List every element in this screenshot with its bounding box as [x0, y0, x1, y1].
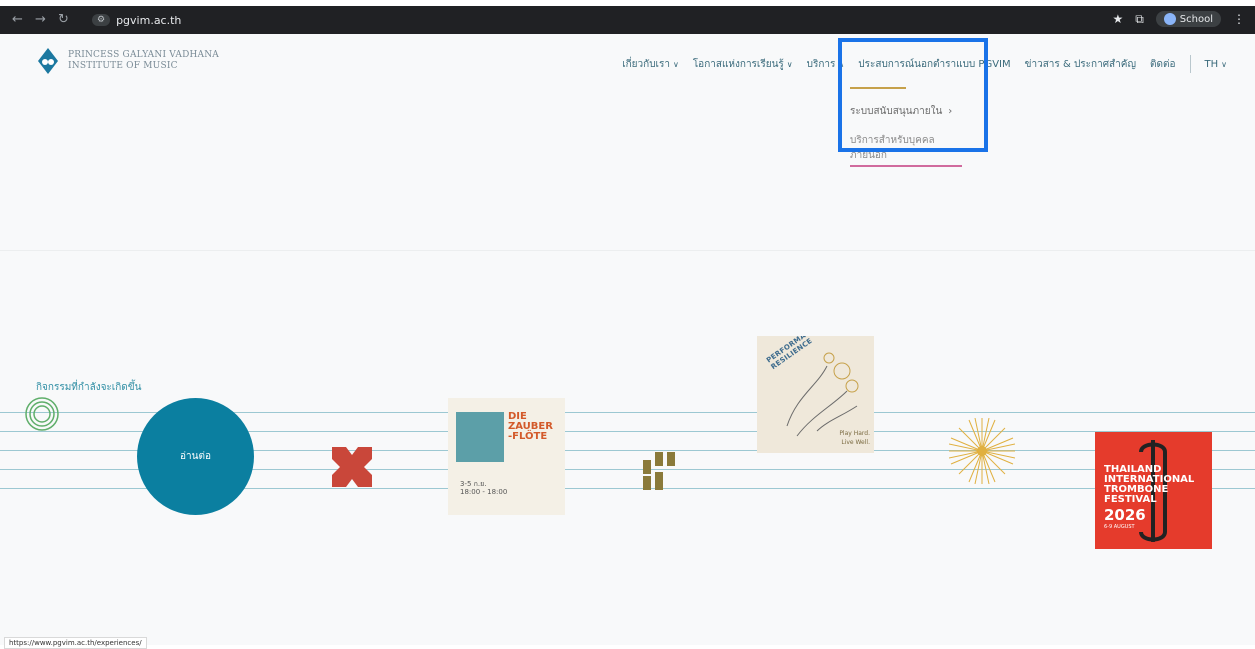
chevron-down-icon: ∨	[786, 59, 793, 69]
highlight-annotation-box	[838, 38, 988, 152]
site-info-icon[interactable]: ⚙	[92, 14, 111, 26]
poster-performance-resilience[interactable]: PERFORMANCE RESILIENCE Play Hard. Live W…	[757, 336, 874, 453]
checker-shape-icon	[643, 452, 675, 490]
poster-tagline: Play Hard. Live Well.	[839, 429, 870, 447]
chevron-down-icon: ∨	[1221, 59, 1227, 69]
nav-about-label: เกี่ยวกับเรา	[622, 58, 670, 70]
events-title: กิจกรรมที่กำลังจะเกิดขึ้น	[36, 382, 142, 393]
poster-die-zauberflote[interactable]: DIE ZAUBER -FLÖTE 3-5 ก.ย. 18:00 - 18:00	[448, 398, 565, 515]
language-label: TH	[1204, 58, 1219, 70]
site-header: PRINCESS GALYANI VADHANA INSTITUTE OF MU…	[0, 34, 1255, 92]
rings-icon	[25, 397, 59, 431]
site-logo[interactable]: PRINCESS GALYANI VADHANA INSTITUTE OF MU…	[36, 47, 219, 75]
address-bar[interactable]: ⚙ pgvim.ac.th	[92, 11, 181, 29]
poster-date: 3-5 ก.ย.	[460, 480, 487, 488]
browser-toolbar: ← → ↻ ⚙ pgvim.ac.th ★ ⧉ School ⋮	[0, 6, 1255, 34]
logo-line-2: INSTITUTE OF MUSIC	[68, 61, 178, 71]
poster-time: 18:00 - 18:00	[460, 488, 508, 496]
nav-contact[interactable]: ติดต่อ	[1150, 57, 1176, 72]
url-text: pgvim.ac.th	[116, 13, 182, 27]
poster-year: 2026	[1104, 506, 1146, 524]
logo-text: PRINCESS GALYANI VADHANA INSTITUTE OF MU…	[68, 50, 219, 72]
nav-services-label: บริการ	[806, 58, 836, 70]
back-icon[interactable]: ←	[12, 12, 23, 27]
chevron-down-icon: ∨	[672, 59, 679, 69]
poster-square	[456, 412, 504, 462]
poster-title-line: -FLÖTE	[508, 431, 548, 442]
status-bar-url: https://www.pgvim.ac.th/experiences/	[4, 637, 147, 649]
nav-divider	[1189, 55, 1191, 73]
nav-contact-label: ติดต่อ	[1150, 58, 1176, 70]
profile-name: School	[1179, 13, 1213, 25]
poster-tagline-line: Live Well.	[841, 439, 870, 446]
extensions-icon[interactable]: ⧉	[1135, 12, 1144, 27]
nav-news[interactable]: ข่าวสาร & ประกาศสำคัญ	[1025, 57, 1136, 72]
poster-title: THAILAND INTERNATIONAL TROMBONE FESTIVAL	[1104, 465, 1194, 505]
read-more-button[interactable]: อ่านต่อ	[137, 398, 254, 515]
language-selector[interactable]: TH ∨	[1205, 59, 1228, 70]
logo-line-1: PRINCESS GALYANI VADHANA	[68, 50, 220, 60]
bookmark-star-icon[interactable]: ★	[1112, 12, 1123, 26]
sunburst-icon	[949, 418, 1015, 484]
toolbar-right: ★ ⧉ School ⋮	[1112, 11, 1245, 27]
poster-trombone-festival[interactable]: THAILAND INTERNATIONAL TROMBONE FESTIVAL…	[1095, 432, 1212, 549]
page-content: PRINCESS GALYANI VADHANA INSTITUTE OF MU…	[0, 34, 1255, 649]
nav-news-label: ข่าวสาร & ประกาศสำคัญ	[1024, 58, 1136, 70]
nav-learning-label: โอกาสแห่งการเรียนรู้	[692, 58, 784, 70]
x-shape-icon	[332, 447, 372, 487]
poster-title-line: FESTIVAL	[1104, 494, 1157, 505]
poster-tagline-line: Play Hard.	[839, 430, 870, 437]
profile-button[interactable]: School	[1155, 11, 1221, 27]
logo-emblem-icon	[38, 48, 58, 74]
nav-learning[interactable]: โอกาสแห่งการเรียนรู้ ∨	[693, 57, 793, 72]
forward-icon[interactable]: →	[35, 12, 46, 27]
profile-avatar	[1163, 13, 1176, 25]
poster-details: 3-5 ก.ย. 18:00 - 18:00	[460, 480, 507, 496]
nav-about[interactable]: เกี่ยวกับเรา ∨	[622, 57, 679, 72]
section-divider	[0, 250, 1255, 251]
menu-icon[interactable]: ⋮	[1233, 12, 1245, 26]
poster-dates: 6-9 AUGUST	[1104, 524, 1135, 530]
poster-title: DIE ZAUBER -FLÖTE	[508, 412, 553, 442]
reload-icon[interactable]: ↻	[58, 12, 69, 27]
